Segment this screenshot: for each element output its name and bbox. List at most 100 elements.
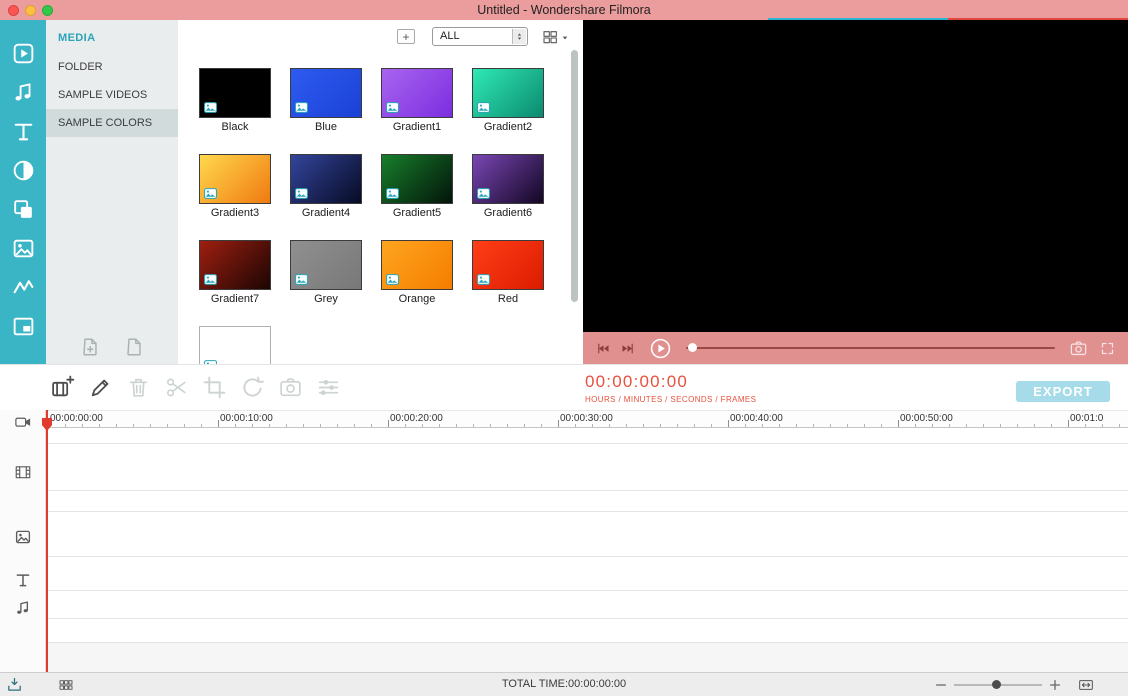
sidebar-item-overlays[interactable] bbox=[11, 197, 36, 222]
media-thumbnail-gradient5[interactable]: Gradient5 bbox=[381, 154, 453, 219]
filter-dropdown[interactable]: ALL bbox=[432, 27, 528, 46]
seek-slider[interactable] bbox=[686, 332, 1055, 364]
media-panel-item-sample-colors[interactable]: SAMPLE COLORS bbox=[46, 109, 178, 137]
image-badge bbox=[295, 102, 308, 113]
sidebar-item-effects[interactable] bbox=[11, 275, 36, 300]
zoom-out-button[interactable] bbox=[934, 678, 948, 692]
sidebar-item-transitions[interactable] bbox=[11, 158, 36, 183]
sidebar-item-audio[interactable] bbox=[11, 80, 36, 105]
media-thumbnail-orange[interactable]: Orange bbox=[381, 240, 453, 305]
import-folder-button[interactable] bbox=[123, 336, 145, 358]
add-to-timeline-button[interactable] bbox=[50, 375, 75, 400]
video-track-icon[interactable] bbox=[14, 463, 32, 481]
playhead[interactable] bbox=[46, 410, 48, 672]
timeline-tracks[interactable] bbox=[0, 428, 1128, 672]
sidebar-rail bbox=[0, 20, 46, 364]
player-controls bbox=[583, 332, 1128, 364]
media-panel-title: MEDIA bbox=[46, 20, 178, 53]
advanced-settings-button[interactable] bbox=[316, 375, 341, 400]
sidebar-item-elements[interactable] bbox=[11, 236, 36, 261]
image-badge bbox=[477, 274, 490, 285]
ruler-label: 00:00:20:00 bbox=[390, 413, 443, 424]
media-panel-item-sample-videos[interactable]: SAMPLE VIDEOS bbox=[46, 81, 178, 109]
media-thumbnail-red[interactable]: Red bbox=[472, 240, 544, 305]
skip-back-button[interactable] bbox=[596, 341, 611, 356]
image-badge bbox=[386, 188, 399, 199]
stepper-icon bbox=[512, 29, 526, 44]
media-thumbnail-blue[interactable]: Blue bbox=[290, 68, 362, 133]
ruler-label: 00:00:30:00 bbox=[560, 413, 613, 424]
color-swatch bbox=[472, 154, 544, 204]
color-swatch bbox=[381, 154, 453, 204]
filmora-window: Untitled - Wondershare Filmora MEDIA FOL… bbox=[0, 0, 1128, 696]
color-swatch bbox=[199, 326, 271, 364]
timecode-value: 00:00:00:00 bbox=[585, 372, 756, 392]
import-media-button[interactable] bbox=[79, 336, 101, 358]
fullscreen-button[interactable] bbox=[1100, 341, 1115, 356]
color-swatch bbox=[381, 68, 453, 118]
audio-track-icon[interactable] bbox=[14, 599, 32, 617]
media-thumbnail-white[interactable]: White bbox=[199, 326, 271, 364]
color-swatch bbox=[290, 154, 362, 204]
export-button[interactable]: EXPORT bbox=[1016, 381, 1110, 402]
split-button[interactable] bbox=[164, 375, 189, 400]
ruler-label: 00:00:00:00 bbox=[50, 413, 103, 424]
thumbnail-label: Red bbox=[472, 293, 544, 305]
delete-button[interactable] bbox=[126, 375, 151, 400]
snapshot-button[interactable] bbox=[278, 375, 303, 400]
image-badge bbox=[386, 102, 399, 113]
window-title: Untitled - Wondershare Filmora bbox=[0, 0, 1128, 20]
sidebar-item-media[interactable] bbox=[11, 41, 36, 66]
media-library: + ALL Black Blue Gradient1 Gradient2 Gradien… bbox=[178, 20, 583, 364]
track-manager-icon[interactable] bbox=[14, 413, 32, 431]
color-swatch bbox=[199, 154, 271, 204]
image-badge bbox=[204, 274, 217, 285]
rotate-button[interactable] bbox=[240, 375, 265, 400]
titlebar: Untitled - Wondershare Filmora bbox=[0, 0, 1128, 20]
media-thumbnail-black[interactable]: Black bbox=[199, 68, 271, 133]
filter-value: ALL bbox=[440, 28, 460, 45]
pip-track-icon[interactable] bbox=[14, 528, 32, 546]
thumbnail-label: Gradient5 bbox=[381, 207, 453, 219]
track-headers bbox=[0, 410, 46, 672]
color-swatch bbox=[381, 240, 453, 290]
media-thumbnail-gradient6[interactable]: Gradient6 bbox=[472, 154, 544, 219]
sidebar-item-pip[interactable] bbox=[11, 314, 36, 339]
title-track-icon[interactable] bbox=[14, 571, 32, 589]
color-swatch bbox=[290, 240, 362, 290]
preview-tools bbox=[1069, 339, 1115, 358]
thumbnail-label: Gradient1 bbox=[381, 121, 453, 133]
color-swatch bbox=[199, 240, 271, 290]
timecode-caption: HOURS / MINUTES / SECONDS / FRAMES bbox=[585, 395, 756, 404]
color-swatch bbox=[199, 68, 271, 118]
view-mode-button[interactable] bbox=[542, 29, 569, 45]
snapshot-button[interactable] bbox=[1069, 339, 1088, 358]
media-panel-item-folder[interactable]: FOLDER bbox=[46, 53, 178, 81]
image-badge bbox=[386, 274, 399, 285]
skip-forward-button[interactable] bbox=[620, 341, 635, 356]
library-scrollbar[interactable] bbox=[571, 50, 578, 302]
thumbnail-label: Gradient7 bbox=[199, 293, 271, 305]
media-thumbnail-gradient7[interactable]: Gradient7 bbox=[199, 240, 271, 305]
zoom-in-button[interactable] bbox=[1048, 678, 1062, 692]
timeline-ruler[interactable]: 00:00:00:0000:00:10:0000:00:20:0000:00:3… bbox=[0, 410, 1128, 428]
sidebar-item-titles[interactable] bbox=[11, 119, 36, 144]
image-badge bbox=[477, 102, 490, 113]
color-swatch bbox=[472, 68, 544, 118]
seek-handle[interactable] bbox=[688, 343, 697, 352]
fit-to-window-button[interactable] bbox=[1076, 677, 1096, 693]
seek-track bbox=[686, 347, 1055, 349]
image-badge bbox=[477, 188, 490, 199]
media-thumbnail-gradient2[interactable]: Gradient2 bbox=[472, 68, 544, 133]
edit-toolbar: 00:00:00:00 HOURS / MINUTES / SECONDS / … bbox=[0, 364, 1128, 410]
thumbnail-label: Black bbox=[199, 121, 271, 133]
media-thumbnail-gradient1[interactable]: Gradient1 bbox=[381, 68, 453, 133]
zoom-slider-handle[interactable] bbox=[992, 680, 1001, 689]
record-button[interactable] bbox=[88, 375, 113, 400]
play-button[interactable] bbox=[649, 337, 672, 360]
media-thumbnail-grey[interactable]: Grey bbox=[290, 240, 362, 305]
add-media-button[interactable]: + bbox=[397, 29, 415, 44]
media-thumbnail-gradient4[interactable]: Gradient4 bbox=[290, 154, 362, 219]
crop-button[interactable] bbox=[202, 375, 227, 400]
media-thumbnail-gradient3[interactable]: Gradient3 bbox=[199, 154, 271, 219]
